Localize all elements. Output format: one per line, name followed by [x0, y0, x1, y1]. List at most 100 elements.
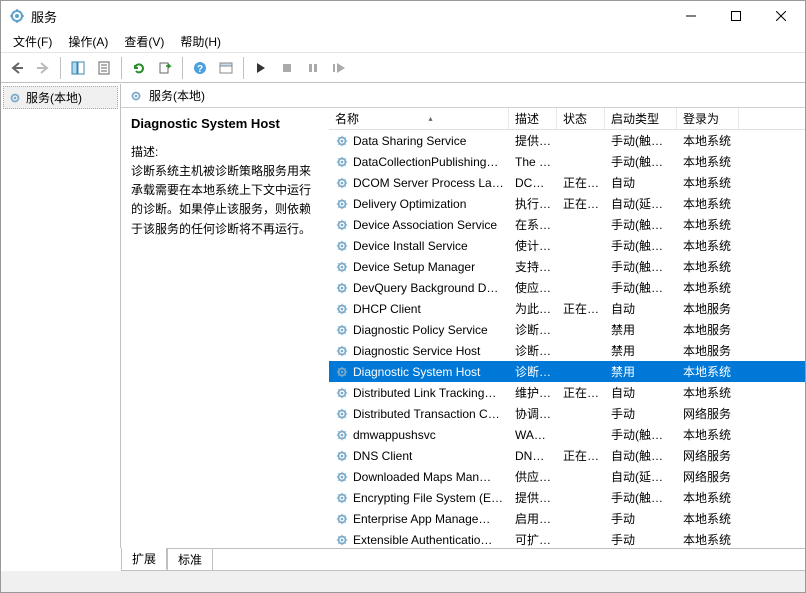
- service-status: 正在…: [557, 195, 605, 212]
- service-name: Device Association Service: [353, 218, 497, 232]
- pause-service-button[interactable]: [301, 56, 325, 80]
- menu-action[interactable]: 操作(A): [60, 31, 116, 52]
- service-row[interactable]: Distributed Transaction C…协调…手动网络服务: [329, 403, 805, 424]
- help-button[interactable]: ?: [188, 56, 212, 80]
- forward-button[interactable]: [31, 56, 55, 80]
- tab-extended[interactable]: 扩展: [121, 548, 167, 570]
- column-status[interactable]: 状态: [557, 108, 605, 129]
- service-name: dmwappushsvc: [353, 428, 436, 442]
- service-name: Encrypting File System (E…: [353, 491, 503, 505]
- service-start: 手动(触发…: [605, 216, 677, 233]
- restart-service-button[interactable]: [327, 56, 351, 80]
- service-row[interactable]: Diagnostic Policy Service诊断…禁用本地服务: [329, 319, 805, 340]
- service-name: DNS Client: [353, 449, 412, 463]
- sort-indicator-icon: ▴: [429, 114, 433, 123]
- service-start: 禁用: [605, 321, 677, 338]
- service-logon: 本地系统: [677, 489, 739, 506]
- separator: [60, 57, 61, 79]
- properties-button[interactable]: [92, 56, 116, 80]
- start-service-button[interactable]: [249, 56, 273, 80]
- service-desc: 维护…: [509, 384, 557, 401]
- service-row[interactable]: Delivery Optimization执行…正在…自动(延迟…本地系统: [329, 193, 805, 214]
- gear-icon: [335, 344, 349, 358]
- tab-standard[interactable]: 标准: [167, 549, 213, 570]
- service-row[interactable]: dmwappushsvcWAP…手动(触发…本地系统: [329, 424, 805, 445]
- pane-title: 服务(本地): [149, 87, 205, 104]
- service-name: DHCP Client: [353, 302, 421, 316]
- minimize-button[interactable]: [668, 2, 713, 31]
- service-logon: 本地服务: [677, 342, 739, 359]
- service-desc: 供应…: [509, 468, 557, 485]
- service-logon: 本地系统: [677, 174, 739, 191]
- service-row[interactable]: Enterprise App Manage…启用…手动本地系统: [329, 508, 805, 529]
- stop-service-button[interactable]: [275, 56, 299, 80]
- service-row[interactable]: Downloaded Maps Man…供应…自动(延迟…网络服务: [329, 466, 805, 487]
- service-name: DCOM Server Process La…: [353, 176, 504, 190]
- service-start: 自动(触发…: [605, 447, 677, 464]
- window-title: 服务: [31, 7, 668, 26]
- navigation-pane: 服务(本地): [1, 84, 121, 548]
- main-area: 服务(本地) 服务(本地) Diagnostic System Host 描述:…: [1, 83, 805, 548]
- gear-icon: [335, 239, 349, 253]
- service-logon: 本地系统: [677, 510, 739, 527]
- export-button[interactable]: [153, 56, 177, 80]
- service-desc: 执行…: [509, 195, 557, 212]
- service-row[interactable]: Distributed Link Tracking…维护…正在…自动本地系统: [329, 382, 805, 403]
- service-start: 自动: [605, 174, 677, 191]
- gear-icon: [335, 260, 349, 274]
- props-sheet-button[interactable]: [214, 56, 238, 80]
- titlebar: 服务: [1, 1, 805, 31]
- service-start: 禁用: [605, 363, 677, 380]
- service-row[interactable]: DevQuery Background D…使应…手动(触发…本地系统: [329, 277, 805, 298]
- service-row[interactable]: Diagnostic Service Host诊断…禁用本地服务: [329, 340, 805, 361]
- service-start: 手动(触发…: [605, 489, 677, 506]
- service-status: 正在…: [557, 384, 605, 401]
- back-button[interactable]: [5, 56, 29, 80]
- tree-node-services-local[interactable]: 服务(本地): [3, 86, 118, 109]
- menu-help[interactable]: 帮助(H): [172, 31, 229, 52]
- service-row[interactable]: Encrypting File System (E…提供…手动(触发…本地系统: [329, 487, 805, 508]
- view-tabs: 扩展 标准: [1, 548, 805, 570]
- app-icon: [9, 8, 25, 24]
- service-logon: 本地系统: [677, 384, 739, 401]
- gear-icon: [335, 197, 349, 211]
- refresh-button[interactable]: [127, 56, 151, 80]
- show-hide-tree-button[interactable]: [66, 56, 90, 80]
- service-row[interactable]: Device Install Service使计…手动(触发…本地系统: [329, 235, 805, 256]
- service-row[interactable]: Device Association Service在系…手动(触发…本地系统: [329, 214, 805, 235]
- gear-icon: [335, 491, 349, 505]
- service-row[interactable]: Data Sharing Service提供…手动(触发…本地系统: [329, 130, 805, 151]
- menu-file[interactable]: 文件(F): [5, 31, 60, 52]
- service-name: Enterprise App Manage…: [353, 512, 490, 526]
- pane-header: 服务(本地): [121, 84, 805, 108]
- service-row[interactable]: DCOM Server Process La…DCO…正在…自动本地系统: [329, 172, 805, 193]
- service-start: 手动(触发…: [605, 132, 677, 149]
- column-logon-as[interactable]: 登录为: [677, 108, 739, 129]
- service-logon: 本地系统: [677, 279, 739, 296]
- close-button[interactable]: [758, 2, 803, 31]
- list-body[interactable]: Data Sharing Service提供…手动(触发…本地系统DataCol…: [329, 130, 805, 548]
- column-startup-type[interactable]: 启动类型: [605, 108, 677, 129]
- service-name: Downloaded Maps Man…: [353, 470, 491, 484]
- service-row[interactable]: Diagnostic System Host诊断…禁用本地系统: [329, 361, 805, 382]
- service-start: 手动: [605, 405, 677, 422]
- service-row[interactable]: DHCP Client为此…正在…自动本地服务: [329, 298, 805, 319]
- column-description[interactable]: 描述: [509, 108, 557, 129]
- service-logon: 本地系统: [677, 363, 739, 380]
- separator: [182, 57, 183, 79]
- service-row[interactable]: Extensible Authenticatio…可扩…手动本地系统: [329, 529, 805, 548]
- gear-icon: [335, 512, 349, 526]
- service-row[interactable]: Device Setup Manager支持…手动(触发…本地系统: [329, 256, 805, 277]
- detail-pane: Diagnostic System Host 描述: 诊断系统主机被诊断策略服务…: [121, 108, 329, 548]
- service-desc: 使应…: [509, 279, 557, 296]
- service-name: Diagnostic System Host: [353, 365, 480, 379]
- menu-view[interactable]: 查看(V): [116, 31, 172, 52]
- service-row[interactable]: DNS ClientDNS…正在…自动(触发…网络服务: [329, 445, 805, 466]
- gear-icon: [335, 155, 349, 169]
- service-logon: 本地系统: [677, 132, 739, 149]
- service-row[interactable]: DataCollectionPublishing…The …手动(触发…本地系统: [329, 151, 805, 172]
- service-desc: 协调…: [509, 405, 557, 422]
- maximize-button[interactable]: [713, 2, 758, 31]
- column-name[interactable]: 名称▴: [329, 108, 509, 129]
- service-start: 手动: [605, 531, 677, 548]
